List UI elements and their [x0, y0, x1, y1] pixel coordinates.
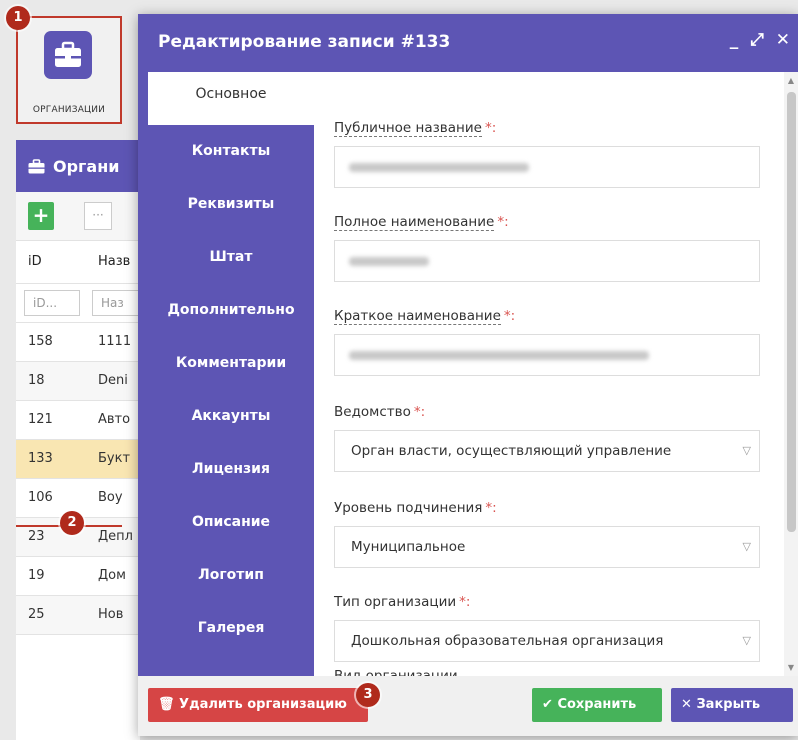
grid-header-row: iD Назв: [16, 241, 140, 284]
briefcase-small-icon: [28, 158, 45, 173]
more-button[interactable]: ···: [84, 202, 112, 230]
row-id: 25: [28, 607, 45, 622]
tab-gallery[interactable]: Галерея: [148, 602, 314, 655]
department-label: Ведомство *:: [334, 404, 426, 420]
delete-organization-button[interactable]: 🗑 Удалить организацию: [148, 688, 368, 722]
dialog-tabs: Основное Контакты Реквизиты Штат Дополни…: [148, 72, 314, 655]
public-name-label: Публичное название *:: [334, 120, 497, 137]
tab-staff[interactable]: Штат: [148, 231, 314, 284]
row-name: Boy: [98, 490, 123, 505]
row-id: 23: [28, 529, 45, 544]
briefcase-icon: [44, 31, 92, 79]
save-button[interactable]: ✔ Сохранить: [532, 688, 662, 722]
content-scrollbar[interactable]: ▲ ▼: [784, 72, 798, 676]
department-value: Орган власти, осуществляющий управление: [351, 443, 672, 459]
tab-accounts[interactable]: Аккаунты: [148, 390, 314, 443]
close-x-icon: ✕: [681, 697, 692, 712]
grid-header: Органи: [16, 140, 140, 192]
column-header-id[interactable]: iD: [28, 254, 42, 269]
organizations-grid-window: Органи + ··· iD Назв iD... Наз 158 1111 …: [16, 140, 140, 740]
short-name-input[interactable]: [334, 334, 760, 376]
subordination-label: Уровень подчинения *:: [334, 500, 497, 516]
full-name-input[interactable]: [334, 240, 760, 282]
edit-record-dialog: Редактирование записи #133 _ ⤢ ✕ Основно…: [138, 14, 798, 736]
row-id: 121: [28, 412, 53, 427]
chevron-down-icon: ▽: [742, 634, 751, 647]
tab-description[interactable]: Описание: [148, 496, 314, 549]
window-controls: _ ⤢ ✕: [724, 30, 790, 50]
grid-title: Органи: [53, 156, 120, 176]
close-button-label: Закрыть: [696, 697, 761, 712]
tab-logo[interactable]: Логотип: [148, 549, 314, 602]
row-id: 18: [28, 373, 45, 388]
tab-comments[interactable]: Комментарии: [148, 337, 314, 390]
subordination-select[interactable]: Муниципальное ▽: [334, 526, 760, 568]
grid-filter-row: iD... Наз: [16, 284, 140, 323]
dialog-content: Публичное название *: Полное наименование…: [314, 72, 798, 676]
row-name: 1111: [98, 334, 132, 349]
table-row[interactable]: 121 Авто: [16, 401, 140, 440]
full-name-label: Полное наименование *:: [334, 214, 509, 231]
row-name: Deni: [98, 373, 128, 388]
callout-badge-1: 1: [6, 6, 30, 30]
desktop-icon-label: ОРГАНИЗАЦИИ: [32, 105, 106, 115]
scroll-down-icon[interactable]: ▼: [786, 663, 796, 672]
redacted-value: [349, 257, 429, 266]
row-id: 133: [28, 451, 53, 466]
org-type-label: Тип организации *:: [334, 594, 471, 610]
row-name: Авто: [98, 412, 131, 427]
row-name: Депл: [98, 529, 133, 544]
id-filter-input[interactable]: iD...: [24, 290, 80, 316]
department-select[interactable]: Орган власти, осуществляющий управление …: [334, 430, 760, 472]
close-button[interactable]: ✕ Закрыть: [671, 688, 793, 722]
dialog-title: Редактирование записи #133: [158, 32, 451, 52]
row-name: Нов: [98, 607, 124, 622]
chevron-down-icon: ▽: [742, 444, 751, 457]
tab-main[interactable]: Основное: [148, 72, 314, 125]
dialog-footer: 🗑 Удалить организацию ✔ Сохранить ✕ Закр…: [138, 676, 798, 736]
redacted-value: [349, 163, 529, 172]
column-header-name[interactable]: Назв: [98, 254, 130, 269]
tab-license[interactable]: Лицензия: [148, 443, 314, 496]
tab-contacts[interactable]: Контакты: [148, 125, 314, 178]
minimize-icon[interactable]: _: [730, 30, 739, 50]
redacted-value: [349, 351, 649, 360]
organizations-desktop-icon[interactable]: ОРГАНИЗАЦИИ: [16, 16, 122, 124]
check-icon: ✔: [542, 697, 553, 712]
save-button-label: Сохранить: [557, 697, 637, 712]
table-row[interactable]: 158 1111: [16, 323, 140, 362]
row-id: 19: [28, 568, 45, 583]
row-id: 106: [28, 490, 53, 505]
subordination-value: Муниципальное: [351, 539, 466, 555]
add-button[interactable]: +: [28, 202, 54, 230]
public-name-input[interactable]: [334, 146, 760, 188]
row-id: 158: [28, 334, 53, 349]
delete-button-label: Удалить организацию: [179, 697, 347, 712]
short-name-label: Краткое наименование *:: [334, 308, 516, 325]
table-row[interactable]: 25 Нов: [16, 596, 140, 635]
org-type-select[interactable]: Дошкольная образовательная организация ▽: [334, 620, 760, 662]
trash-icon: 🗑: [158, 697, 175, 712]
org-type-value: Дошкольная образовательная организация: [351, 633, 664, 649]
scrollbar-thumb[interactable]: [787, 92, 796, 532]
tab-requisites[interactable]: Реквизиты: [148, 178, 314, 231]
callout-badge-3: 3: [356, 683, 380, 707]
org-kind-label: Вид организации: [334, 668, 458, 676]
table-row-selected[interactable]: 133 Букт: [16, 440, 140, 479]
maximize-icon[interactable]: ⤢: [750, 30, 764, 50]
table-row[interactable]: 18 Deni: [16, 362, 140, 401]
close-icon[interactable]: ✕: [776, 30, 790, 50]
chevron-down-icon: ▽: [742, 540, 751, 553]
row-name: Дом: [98, 568, 126, 583]
callout-badge-2: 2: [60, 511, 84, 535]
scroll-up-icon[interactable]: ▲: [786, 76, 796, 85]
tab-additional[interactable]: Дополнительно: [148, 284, 314, 337]
table-row[interactable]: 19 Дом: [16, 557, 140, 596]
row-name: Букт: [98, 451, 131, 466]
name-filter-input[interactable]: Наз: [92, 290, 140, 316]
